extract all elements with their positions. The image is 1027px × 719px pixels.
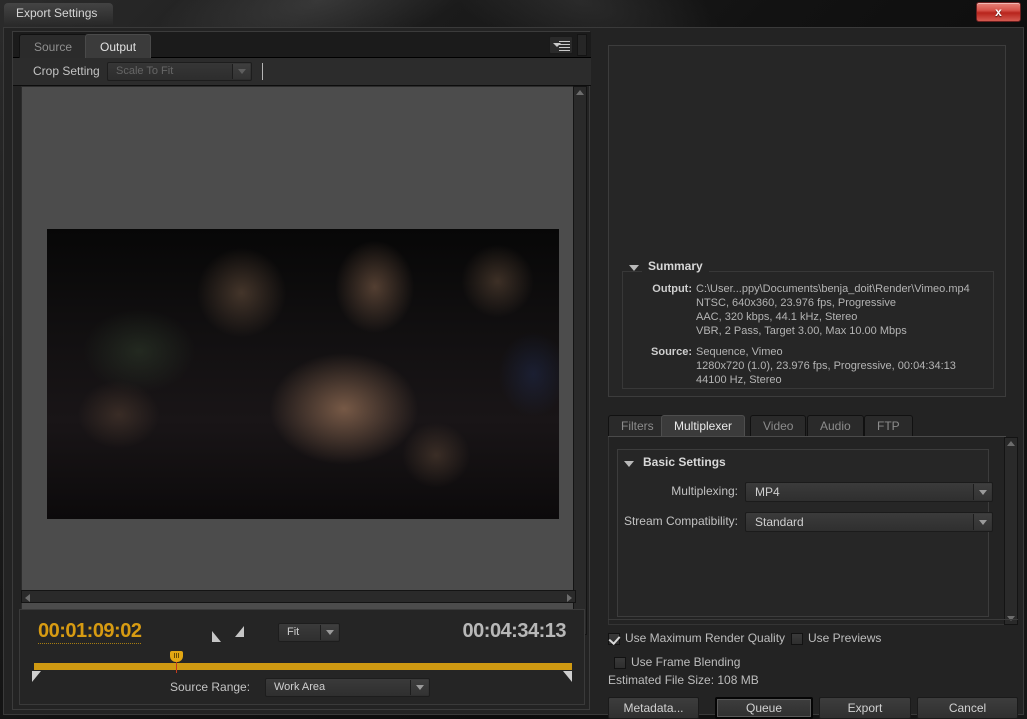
preview-pane: Source Output Crop Setting Scale To Fit xyxy=(12,31,591,710)
tab-filters[interactable]: Filters xyxy=(608,415,667,436)
playhead-icon[interactable] xyxy=(170,651,183,673)
summary-source-line-1: 1280x720 (1.0), 23.976 fps, Progressive,… xyxy=(696,360,956,372)
hamburger-icon xyxy=(559,41,570,51)
crop-setting-label: Crop Setting xyxy=(33,64,100,78)
queue-button[interactable]: Queue xyxy=(715,697,813,719)
source-range-value: Work Area xyxy=(274,681,326,693)
crop-toolbar: Crop Setting Scale To Fit xyxy=(13,58,591,86)
use-frame-blending-checkbox[interactable] xyxy=(614,657,626,669)
settings-vertical-scrollbar[interactable] xyxy=(1004,437,1018,625)
transport-controls: 00:01:09:02 00:04:34:13 Fit Source Range… xyxy=(19,609,585,705)
scroll-right-icon[interactable] xyxy=(567,594,572,602)
use-frame-blending-label: Use Frame Blending xyxy=(631,655,741,669)
summary-source-line-2: 44100 Hz, Stereo xyxy=(696,374,782,386)
scroll-up-icon[interactable] xyxy=(576,90,584,95)
zoom-level-select[interactable]: Fit xyxy=(278,623,340,642)
chevron-down-icon xyxy=(973,484,991,500)
stream-compatibility-select[interactable]: Standard xyxy=(745,512,993,532)
summary-output-line-0: C:\User...ppy\Documents\benja_doit\Rende… xyxy=(696,283,970,295)
panel-menu-divider xyxy=(577,34,587,56)
summary-source-line-0: Sequence, Vimeo xyxy=(696,346,783,358)
export-settings-window: Export Settings x Source Output Crop Set… xyxy=(0,0,1027,719)
estimated-file-size: Estimated File Size: 108 MB xyxy=(608,673,759,687)
use-max-render-quality-checkbox[interactable] xyxy=(608,633,620,645)
basic-settings-group xyxy=(617,449,989,617)
stream-compatibility-value: Standard xyxy=(755,515,804,529)
cancel-button[interactable]: Cancel xyxy=(917,697,1018,719)
use-previews-checkbox[interactable] xyxy=(791,633,803,645)
preview-tab-bar: Source Output xyxy=(13,32,591,58)
tab-multiplexer[interactable]: Multiplexer xyxy=(661,415,746,436)
current-timecode[interactable]: 00:01:09:02 xyxy=(38,620,142,644)
tab-ftp[interactable]: FTP xyxy=(864,415,913,436)
scroll-left-icon[interactable] xyxy=(25,594,30,602)
multiplexing-value: MP4 xyxy=(755,485,780,499)
multiplexing-label: Multiplexing: xyxy=(671,484,738,498)
summary-output-key: Output: xyxy=(652,283,692,295)
tab-source[interactable]: Source xyxy=(19,34,88,58)
toolbar-caret xyxy=(262,63,263,80)
total-duration-timecode: 00:04:34:13 xyxy=(462,620,567,642)
preview-horizontal-scrollbar[interactable] xyxy=(21,590,576,603)
footer-divider xyxy=(608,619,1018,620)
crop-setting-select[interactable]: Scale To Fit xyxy=(107,62,252,81)
tab-video[interactable]: Video xyxy=(750,415,807,436)
summary-group-title: Summary xyxy=(642,259,709,273)
chevron-down-icon[interactable] xyxy=(629,265,639,271)
step-back-icon[interactable] xyxy=(212,626,221,642)
use-previews-label: Use Previews xyxy=(808,631,882,645)
scroll-up-icon[interactable] xyxy=(1007,441,1015,446)
export-button[interactable]: Export xyxy=(819,697,911,719)
summary-output-line-1: NTSC, 640x360, 23.976 fps, Progressive xyxy=(696,297,896,309)
video-frame-image xyxy=(47,229,559,519)
in-point-handle[interactable] xyxy=(32,671,41,682)
chevron-down-icon xyxy=(973,514,991,530)
multiplexing-select[interactable]: MP4 xyxy=(745,482,993,502)
summary-output-line-3: VBR, 2 Pass, Target 3.00, Max 10.00 Mbps xyxy=(696,325,907,337)
use-max-render-quality-label: Use Maximum Render Quality xyxy=(625,631,786,645)
chevron-down-icon xyxy=(410,680,428,695)
tab-content-panel: Basic Settings Multiplexing: MP4 Stream … xyxy=(608,437,1006,625)
chevron-down-icon xyxy=(232,64,250,79)
video-preview-canvas[interactable] xyxy=(21,86,576,635)
preview-vertical-scrollbar[interactable] xyxy=(573,86,587,635)
tab-audio[interactable]: Audio xyxy=(807,415,864,436)
step-forward-icon[interactable] xyxy=(235,626,244,637)
title-bar: Export Settings x xyxy=(0,0,1027,28)
source-range-label: Source Range: xyxy=(170,680,251,694)
summary-source-key: Source: xyxy=(651,346,692,358)
chevron-down-icon xyxy=(320,625,338,640)
summary-output-line-2: AAC, 320 kbps, 44.1 kHz, Stereo xyxy=(696,311,858,323)
metadata-button[interactable]: Metadata... xyxy=(608,697,699,719)
basic-settings-group-title: Basic Settings xyxy=(637,455,732,469)
source-range-select[interactable]: Work Area xyxy=(265,678,430,697)
close-button[interactable]: x xyxy=(976,2,1021,22)
out-point-handle[interactable] xyxy=(563,671,572,682)
zoom-level-value: Fit xyxy=(287,626,300,638)
chevron-down-icon[interactable] xyxy=(624,461,634,467)
tab-output[interactable]: Output xyxy=(85,34,152,58)
dialog-footer: Use Maximum Render Quality Use Previews … xyxy=(608,619,1018,719)
scrub-bar[interactable] xyxy=(34,663,572,670)
panel-menu-icon[interactable] xyxy=(549,36,573,54)
crop-setting-value: Scale To Fit xyxy=(116,65,174,77)
stream-compatibility-label: Stream Compatibility: xyxy=(623,514,738,528)
settings-tab-bar: Filters Multiplexer Video Audio FTP xyxy=(608,415,1006,437)
close-icon: x xyxy=(995,5,1002,19)
dialog-body: Source Output Crop Setting Scale To Fit xyxy=(3,27,1024,719)
settings-pane: Export Settings Match Sequence Settings … xyxy=(600,31,1020,719)
window-title: Export Settings xyxy=(4,3,114,25)
